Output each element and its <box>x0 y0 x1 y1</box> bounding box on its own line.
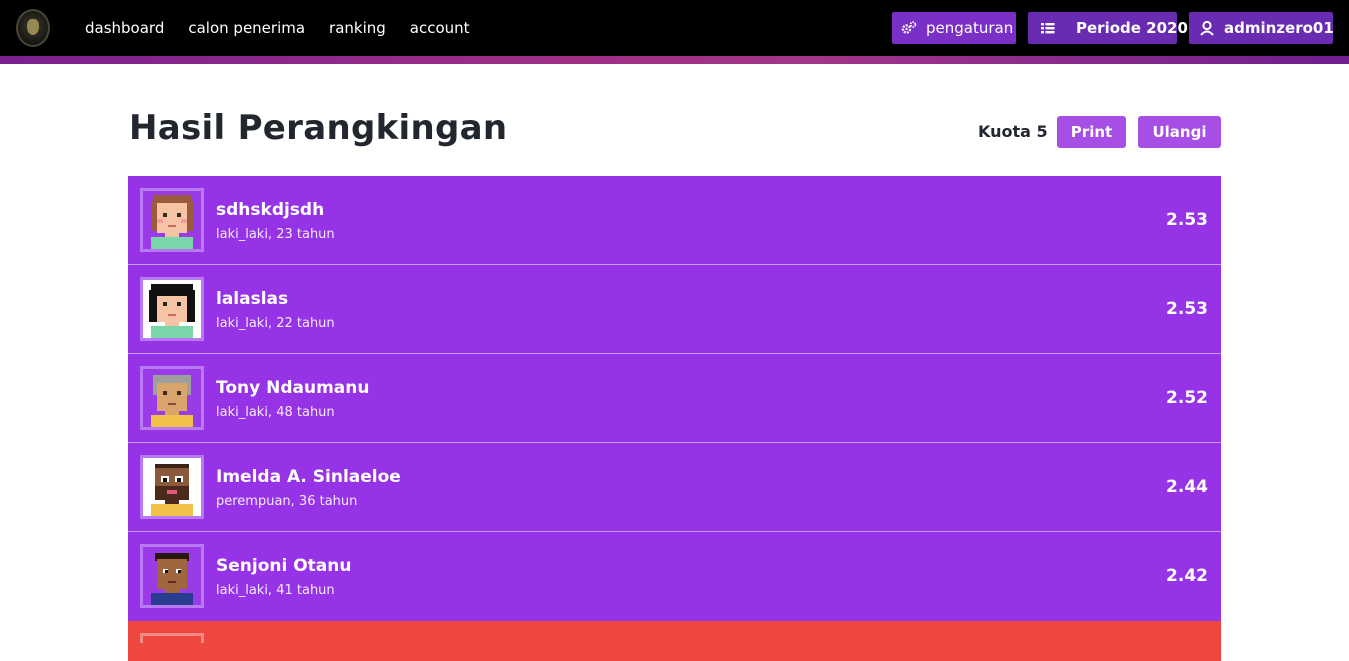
avatar-dark-skin-icon <box>140 544 204 608</box>
gears-icon <box>901 20 917 36</box>
nav-link-dashboard[interactable]: dashboard <box>85 19 164 37</box>
candidate-score: 2.53 <box>1166 210 1208 230</box>
avatar-grey-hair-icon <box>140 366 204 430</box>
user-menu-button[interactable]: adminzero01 <box>1189 12 1334 44</box>
accent-bar <box>0 56 1349 64</box>
candidate-name: sdhskdjsdh <box>216 200 325 220</box>
ranking-row[interactable]: Tony Ndaumanu laki_laki, 48 tahun 2.52 <box>128 354 1221 443</box>
ranking-row[interactable]: lalaslas laki_laki, 22 tahun 2.53 <box>128 265 1221 354</box>
print-button[interactable]: Print <box>1057 116 1126 148</box>
user-label: adminzero01 <box>1224 19 1334 37</box>
candidate-name: Senjoni Otanu <box>216 556 352 576</box>
top-navbar: dashboard calon penerima ranking account… <box>0 0 1349 56</box>
ranking-list: sdhskdjsdh laki_laki, 23 tahun 2.53 lala… <box>128 176 1221 621</box>
settings-button[interactable]: pengaturan <box>892 12 1016 44</box>
candidate-score: 2.44 <box>1166 477 1208 497</box>
periode-button[interactable]: Periode 2020 <box>1028 12 1188 44</box>
kuota-label: Kuota 5 <box>978 122 1048 141</box>
periode-label: Periode 2020 <box>1076 19 1188 37</box>
logo-icon[interactable] <box>16 9 50 47</box>
nav-link-account[interactable]: account <box>410 19 470 37</box>
candidate-name: Imelda A. Sinlaeloe <box>216 467 401 487</box>
avatar-light-brown-hair-icon <box>140 188 204 252</box>
candidate-detail: laki_laki, 23 tahun <box>216 227 335 242</box>
nav-link-calon-penerima[interactable]: calon penerima <box>188 19 305 37</box>
candidate-name: lalaslas <box>216 289 289 309</box>
list-icon <box>1040 20 1056 36</box>
user-icon <box>1199 20 1215 36</box>
ranking-row[interactable]: Senjoni Otanu laki_laki, 41 tahun 2.42 <box>128 532 1221 621</box>
candidate-score: 2.53 <box>1166 299 1208 319</box>
nav-link-ranking[interactable]: ranking <box>329 19 386 37</box>
ranking-row[interactable]: sdhskdjsdh laki_laki, 23 tahun 2.53 <box>128 176 1221 265</box>
ranking-row-next[interactable] <box>128 621 1221 661</box>
candidate-name: Tony Ndaumanu <box>216 378 370 398</box>
candidate-detail: laki_laki, 48 tahun <box>216 405 335 420</box>
ulangi-button[interactable]: Ulangi <box>1138 116 1221 148</box>
ranking-row[interactable]: Imelda A. Sinlaeloe perempuan, 36 tahun … <box>128 443 1221 532</box>
candidate-score: 2.42 <box>1166 566 1208 586</box>
settings-label: pengaturan <box>926 19 1014 37</box>
avatar-partial-icon <box>140 633 204 643</box>
candidate-detail: laki_laki, 41 tahun <box>216 583 335 598</box>
nav-links: dashboard calon penerima ranking account <box>85 0 494 56</box>
candidate-detail: perempuan, 36 tahun <box>216 494 358 509</box>
avatar-black-hair-icon <box>140 277 204 341</box>
avatar-beard-icon <box>140 455 204 519</box>
page-title: Hasil Perangkingan <box>129 108 508 148</box>
candidate-score: 2.52 <box>1166 388 1208 408</box>
candidate-detail: laki_laki, 22 tahun <box>216 316 335 331</box>
